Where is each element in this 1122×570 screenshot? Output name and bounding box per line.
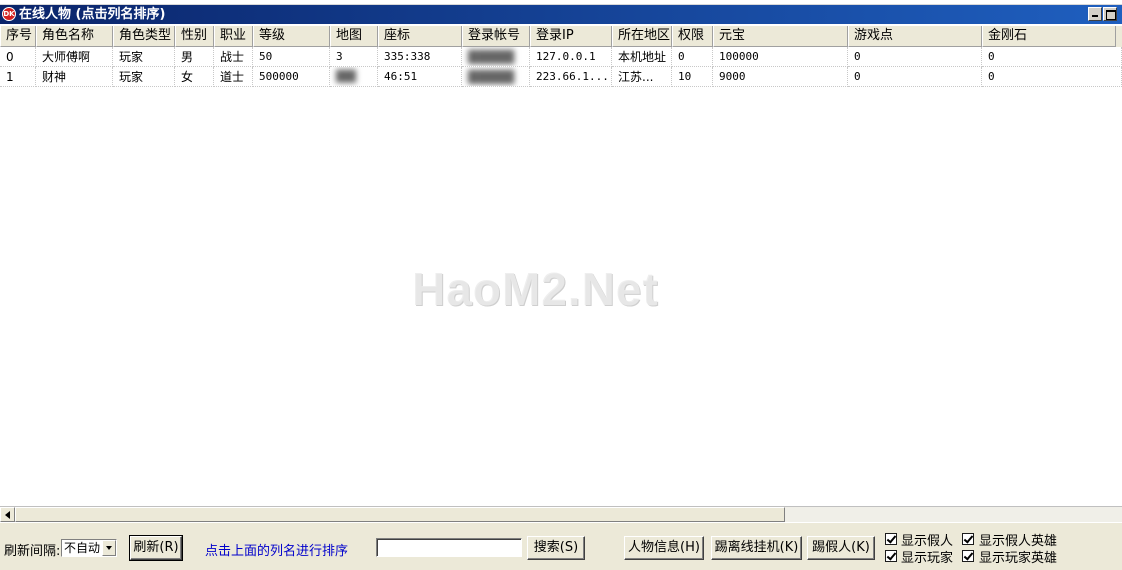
column-header-level[interactable]: 等级 bbox=[253, 26, 330, 47]
column-header-login-ip[interactable]: 登录IP bbox=[530, 26, 612, 47]
show-player-heroes-checkbox[interactable] bbox=[962, 550, 974, 562]
cell-job: 战士 bbox=[214, 47, 253, 67]
column-header-permission[interactable]: 权限 bbox=[672, 26, 713, 47]
cell-coords: 46:51 bbox=[378, 67, 462, 87]
cell-gender: 男 bbox=[175, 47, 214, 67]
grid-header: 序号 角色名称 角色类型 性别 职业 等级 地图 座标 登录帐号 登录IP 所在… bbox=[0, 26, 1122, 47]
cell-diamond: 0 bbox=[982, 47, 1122, 67]
show-players-checkbox[interactable] bbox=[885, 550, 897, 562]
kick-fake-player-button[interactable]: 踢假人(K) bbox=[807, 536, 875, 560]
cell-account: █████ bbox=[462, 67, 530, 87]
column-header-job[interactable]: 职业 bbox=[214, 26, 253, 47]
column-header-diamond[interactable]: 金刚石 bbox=[982, 26, 1116, 47]
watermark: HaoM2.Net bbox=[412, 263, 659, 315]
cell-role-name: 大师傅啊 bbox=[36, 47, 113, 67]
show-fake-heroes-checkbox[interactable] bbox=[962, 533, 974, 545]
cell-account: █████ bbox=[462, 47, 530, 67]
cell-role-type: 玩家 bbox=[113, 67, 175, 87]
show-player-heroes-label: 显示玩家英雄 bbox=[979, 551, 1058, 566]
refresh-interval-value: 不自动 bbox=[64, 541, 101, 555]
cell-region: 本机地址 bbox=[612, 47, 672, 67]
player-info-button[interactable]: 人物信息(H) bbox=[624, 536, 704, 560]
horizontal-scrollbar[interactable] bbox=[0, 506, 1122, 522]
window-title: 在线人物 (点击列名排序) bbox=[19, 7, 166, 22]
cell-gold: 9000 bbox=[713, 67, 848, 87]
maximize-button[interactable] bbox=[1103, 7, 1117, 21]
cell-gold: 100000 bbox=[713, 47, 848, 67]
kick-offline-button[interactable]: 踢离线挂机(K) bbox=[711, 536, 802, 560]
cell-game-points: 0 bbox=[848, 67, 982, 87]
scroll-left-arrow-icon[interactable] bbox=[0, 507, 15, 522]
chevron-down-icon[interactable] bbox=[102, 540, 116, 556]
cell-index: 0 bbox=[0, 47, 36, 67]
cell-map: ███ bbox=[330, 67, 378, 87]
refresh-button[interactable]: 刷新(R) bbox=[129, 535, 183, 561]
column-header-gold[interactable]: 元宝 bbox=[713, 26, 848, 47]
column-header-game-points[interactable]: 游戏点 bbox=[848, 26, 982, 47]
table-row[interactable]: 1 财神 玩家 女 道士 500000 ███ 46:51 █████ 223.… bbox=[0, 67, 1122, 87]
cell-permission: 0 bbox=[672, 47, 713, 67]
account-blur-mark: █████ bbox=[468, 50, 515, 64]
cell-region: 江苏... bbox=[612, 67, 672, 87]
cell-job: 道士 bbox=[214, 67, 253, 87]
cell-role-name: 财神 bbox=[36, 67, 113, 87]
column-header-index[interactable]: 序号 bbox=[0, 26, 36, 47]
column-header-gender[interactable]: 性别 bbox=[175, 26, 214, 47]
refresh-interval-label: 刷新间隔: bbox=[4, 544, 61, 559]
cell-diamond: 0 bbox=[982, 67, 1122, 87]
cell-map: 3 bbox=[330, 47, 378, 67]
cell-login-ip: 223.66.1... bbox=[530, 67, 612, 87]
online-players-grid[interactable]: 序号 角色名称 角色类型 性别 职业 等级 地图 座标 登录帐号 登录IP 所在… bbox=[0, 26, 1122, 506]
minimize-button[interactable] bbox=[1088, 7, 1102, 21]
column-header-role-type[interactable]: 角色类型 bbox=[113, 26, 175, 47]
cell-coords: 335:338 bbox=[378, 47, 462, 67]
cell-gender: 女 bbox=[175, 67, 214, 87]
cell-level: 500000 bbox=[253, 67, 330, 87]
account-blur-mark: █████ bbox=[468, 70, 515, 84]
bottom-toolbar: 刷新间隔: 不自动 刷新(R) 点击上面的列名进行排序 搜索(S) 人物信息(H… bbox=[0, 523, 1122, 570]
cell-level: 50 bbox=[253, 47, 330, 67]
cell-game-points: 0 bbox=[848, 47, 982, 67]
title-bar: DK 在线人物 (点击列名排序) bbox=[0, 5, 1122, 24]
scrollbar-thumb[interactable] bbox=[15, 507, 785, 522]
refresh-interval-select[interactable]: 不自动 bbox=[61, 539, 117, 557]
cell-role-type: 玩家 bbox=[113, 47, 175, 67]
cell-permission: 10 bbox=[672, 67, 713, 87]
map-blur-mark: ███ bbox=[336, 70, 356, 83]
column-header-coords[interactable]: 座标 bbox=[378, 26, 462, 47]
cell-index: 1 bbox=[0, 67, 36, 87]
column-header-account[interactable]: 登录帐号 bbox=[462, 26, 530, 47]
show-fake-players-checkbox[interactable] bbox=[885, 533, 897, 545]
sort-hint: 点击上面的列名进行排序 bbox=[205, 544, 349, 559]
cell-login-ip: 127.0.0.1 bbox=[530, 47, 612, 67]
table-row[interactable]: 0 大师傅啊 玩家 男 战士 50 3 335:338 █████ 127.0.… bbox=[0, 47, 1122, 67]
app-icon: DK bbox=[2, 7, 16, 21]
search-input[interactable] bbox=[376, 538, 522, 557]
column-header-region[interactable]: 所在地区 bbox=[612, 26, 672, 47]
column-header-role-name[interactable]: 角色名称 bbox=[36, 26, 113, 47]
show-players-label: 显示玩家 bbox=[901, 551, 954, 566]
search-button[interactable]: 搜索(S) bbox=[527, 536, 585, 560]
column-header-map[interactable]: 地图 bbox=[330, 26, 378, 47]
